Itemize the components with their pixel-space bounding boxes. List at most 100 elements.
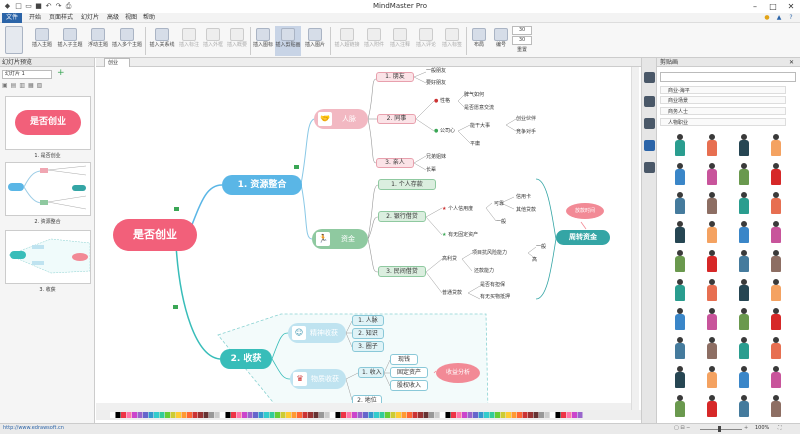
color-swatch[interactable] xyxy=(236,412,242,418)
color-swatch[interactable] xyxy=(165,412,170,418)
color-swatch[interactable] xyxy=(390,412,396,418)
color-swatch[interactable] xyxy=(489,412,495,418)
clipart-figure[interactable] xyxy=(769,308,783,330)
clipart-figure[interactable] xyxy=(737,308,751,330)
notification-icon[interactable]: ● xyxy=(762,13,772,23)
color-swatch[interactable] xyxy=(335,412,341,418)
menu-slides[interactable]: 幻灯片 xyxy=(80,13,100,23)
topic-personal-savings[interactable]: 1. 个人存款 xyxy=(378,179,436,190)
clipart-figure[interactable] xyxy=(705,221,719,243)
color-swatch[interactable] xyxy=(137,412,143,418)
color-swatch[interactable] xyxy=(462,412,467,418)
outline-icon[interactable] xyxy=(644,96,655,107)
insert-topic-button[interactable]: 插入主题 xyxy=(30,28,54,48)
topic-equity-income[interactable]: 股权收入 xyxy=(390,380,428,391)
clipart-figure[interactable] xyxy=(705,163,719,185)
clipart-figure[interactable] xyxy=(705,250,719,272)
color-swatch[interactable] xyxy=(231,412,236,418)
color-swatch[interactable] xyxy=(572,412,577,418)
zoom-in-icon[interactable]: + xyxy=(744,425,748,431)
topic-connections[interactable]: 1. 人脉 xyxy=(352,315,384,326)
color-swatch[interactable] xyxy=(253,412,258,418)
color-swatch[interactable] xyxy=(220,412,225,418)
topic-repayment[interactable]: 还款能力 xyxy=(474,267,494,274)
topic-fixed-assets[interactable]: ★ 有无固定资产 xyxy=(442,231,478,238)
clipart-figure[interactable] xyxy=(705,279,719,301)
clipart-category-business-scene[interactable]: 商业场景 xyxy=(660,96,786,104)
topic-normal-friends[interactable]: 一般朋友 xyxy=(426,67,446,74)
topic-company[interactable]: ● 公司心 xyxy=(434,127,455,134)
color-swatch[interactable] xyxy=(313,412,319,418)
topic-knowledge[interactable]: 2. 知识 xyxy=(352,328,384,339)
insert-comment-button[interactable]: 插入评论 xyxy=(414,28,438,48)
color-swatch[interactable] xyxy=(209,412,214,418)
clipart-figure[interactable] xyxy=(705,134,719,156)
topic-money[interactable]: 🏃 资金 xyxy=(312,229,368,249)
color-swatch[interactable] xyxy=(363,412,368,418)
topic-usury[interactable]: 高利贷 xyxy=(442,255,457,262)
theme-icon[interactable] xyxy=(644,118,655,129)
clipart-figure[interactable] xyxy=(769,221,783,243)
color-swatch[interactable] xyxy=(346,412,352,418)
branch-resource-integration[interactable]: 1. 资源整合 xyxy=(222,175,302,195)
slide-thumb-3[interactable] xyxy=(5,230,91,284)
insert-multiple-topics-button[interactable]: 插入多个主题 xyxy=(111,28,143,48)
color-swatch[interactable] xyxy=(143,412,148,418)
color-swatch[interactable] xyxy=(275,412,280,418)
color-swatch[interactable] xyxy=(484,412,489,418)
insert-image-button[interactable]: 插入图片 xyxy=(303,28,327,48)
color-swatch[interactable] xyxy=(258,412,264,418)
color-swatch[interactable] xyxy=(467,412,473,418)
color-swatch[interactable] xyxy=(544,412,550,418)
color-swatch[interactable] xyxy=(396,412,401,418)
central-topic[interactable]: 是否创业 xyxy=(113,219,197,251)
topic-elders[interactable]: 长辈 xyxy=(426,166,436,173)
reset-button[interactable]: 重置 xyxy=(510,47,534,53)
color-swatch[interactable] xyxy=(445,412,451,418)
mindmap-canvas[interactable]: 是否创业 1. 资源整合 2. 收获 🤝 人脉 🏃 资金 1. 朋友 一般朋友 … xyxy=(96,67,631,413)
color-swatch[interactable] xyxy=(280,412,286,418)
color-swatch[interactable] xyxy=(269,412,275,418)
clipart-figure[interactable] xyxy=(673,221,687,243)
callout-loan-time[interactable]: 放款时间 xyxy=(566,203,604,219)
topic-circle[interactable]: 3. 圈子 xyxy=(352,341,384,352)
color-swatch[interactable] xyxy=(302,412,308,418)
clipart-figure[interactable] xyxy=(705,337,719,359)
topic-bank-loan[interactable]: 2. 银行借贷 xyxy=(378,211,426,222)
clipart-figure[interactable] xyxy=(737,366,751,388)
color-swatch[interactable] xyxy=(126,412,132,418)
clipart-figure[interactable] xyxy=(737,192,751,214)
insert-relationship-button[interactable]: 插入关系线 xyxy=(148,28,176,48)
topic-capable[interactable]: 能干大事 xyxy=(470,122,490,129)
clipart-figure[interactable] xyxy=(673,337,687,359)
clipboard-group[interactable] xyxy=(3,26,25,55)
clipart-figure[interactable] xyxy=(769,134,783,156)
topic-high[interactable]: 高 xyxy=(532,256,537,263)
callout-profit-analysis[interactable]: 收益分析 xyxy=(436,363,480,383)
color-swatch[interactable] xyxy=(341,412,346,418)
color-swatch[interactable] xyxy=(401,412,407,418)
spacing-spinner-2[interactable]: 30 xyxy=(512,36,532,45)
topic-guarantee[interactable]: 是否有担保 xyxy=(480,281,505,288)
topic-spiritual-gain[interactable]: ☺ 精神收获 xyxy=(288,323,346,343)
clipart-figure[interactable] xyxy=(673,279,687,301)
color-swatch[interactable] xyxy=(456,412,462,418)
color-swatch[interactable] xyxy=(121,412,126,418)
clipart-figure[interactable] xyxy=(673,250,687,272)
color-swatch[interactable] xyxy=(148,412,154,418)
topic-colleagues[interactable]: 2. 同事 xyxy=(377,114,416,124)
vertical-scrollbar[interactable] xyxy=(631,67,639,413)
maximize-icon[interactable]: □ xyxy=(764,0,782,13)
color-swatch[interactable] xyxy=(511,412,517,418)
clipart-figure[interactable] xyxy=(705,395,719,417)
topic-risk-resistance[interactable]: 项目抗风险能力 xyxy=(472,249,507,256)
menu-advanced[interactable]: 高级 xyxy=(106,13,120,23)
color-swatch[interactable] xyxy=(192,412,198,418)
topic-normal-loan[interactable]: 普通贷款 xyxy=(442,289,462,296)
clipart-search-input[interactable] xyxy=(660,72,796,82)
topic-willing-to-talk[interactable]: 是否愿意交流 xyxy=(464,104,494,111)
topic-material-gain[interactable]: ♛ 物质收获 xyxy=(290,369,346,389)
color-swatch[interactable] xyxy=(522,412,528,418)
floating-topic-button[interactable]: 浮动主题 xyxy=(86,28,110,48)
color-swatch[interactable] xyxy=(352,412,357,418)
